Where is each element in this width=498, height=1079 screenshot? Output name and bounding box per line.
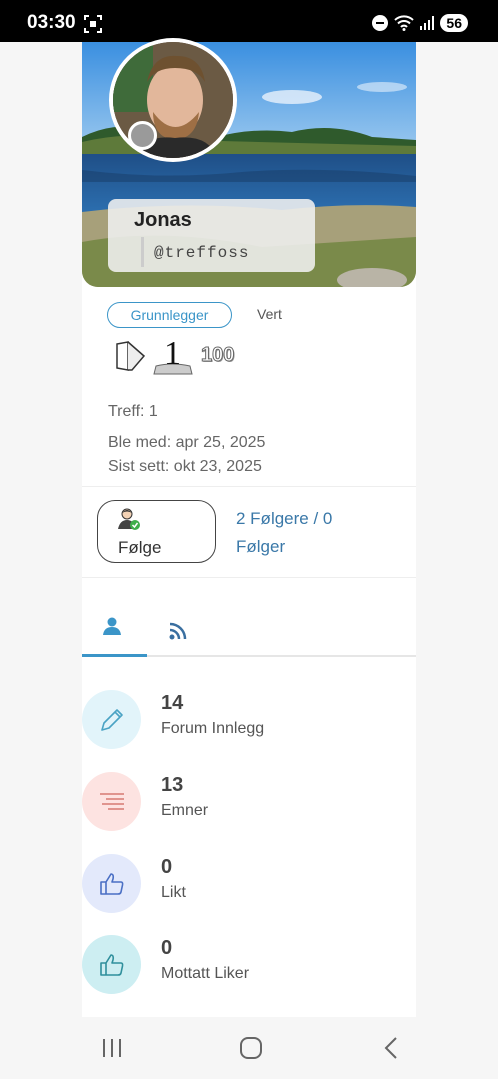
- handle-divider: [141, 237, 144, 267]
- screenshot-icon: [84, 15, 102, 33]
- stat-value: 0: [161, 937, 173, 959]
- role-badge-host[interactable]: Vert: [257, 306, 282, 322]
- follow-label: Følge: [118, 538, 162, 557]
- thumbs-up-icon: [100, 873, 124, 895]
- do-not-disturb-icon: [372, 15, 389, 31]
- user-icon: [103, 617, 121, 635]
- stat-topics[interactable]: 13 Emner: [82, 772, 416, 832]
- last-seen-date: Sist sett: okt 23, 2025: [108, 458, 262, 475]
- role-badge-founder[interactable]: Grunnlegger: [107, 302, 232, 328]
- book-icon: [116, 341, 146, 371]
- avatar[interactable]: [109, 38, 237, 162]
- stat-icon-bg: [82, 772, 141, 831]
- tab-profile[interactable]: [82, 600, 147, 656]
- stat-label: Mottatt Liker: [161, 965, 250, 982]
- profile-name: Jonas: [134, 209, 192, 231]
- system-nav-bar: [0, 1017, 498, 1079]
- stat-value: 13: [161, 774, 184, 796]
- follow-button[interactable]: Følge: [97, 500, 216, 563]
- joined-date: Ble med: apr 25, 2025: [108, 434, 266, 451]
- stat-label: Emner: [161, 802, 209, 819]
- stat-forum-posts[interactable]: 14 Forum Innlegg: [82, 690, 416, 750]
- wifi-icon: [394, 15, 415, 31]
- followers-link[interactable]: 2 Følgere / 0 Følger: [236, 505, 376, 561]
- hits-count: Treff: 1: [108, 403, 158, 420]
- stat-received-likes[interactable]: 0 Mottatt Liker: [82, 935, 416, 995]
- stat-label: Likt: [161, 884, 186, 901]
- rss-icon: [169, 622, 187, 640]
- profile-tabs: [82, 600, 416, 658]
- divider: [82, 486, 416, 487]
- lines-icon: [100, 793, 124, 810]
- divider: [82, 577, 416, 578]
- stat-value: 14: [161, 692, 184, 714]
- score-value: 100: [200, 344, 235, 367]
- stat-icon-bg: [82, 854, 141, 913]
- tab-activity[interactable]: [147, 600, 212, 656]
- battery-indicator: 56: [440, 14, 468, 32]
- status-time: 03:30: [27, 12, 76, 33]
- stat-icon-bg: [82, 690, 141, 749]
- stat-icon-bg: [82, 935, 141, 994]
- home-icon[interactable]: [236, 1035, 266, 1061]
- signal-icon: [420, 16, 435, 30]
- thumbs-up-received-icon: [100, 954, 124, 976]
- name-card: Jonas @treffoss: [108, 199, 315, 272]
- recent-apps-icon[interactable]: [97, 1035, 127, 1061]
- follow-user-icon: [118, 508, 140, 530]
- rank-icons: 1: [116, 336, 193, 375]
- profile-handle: @treffoss: [154, 244, 250, 262]
- svg-text:1: 1: [164, 336, 181, 372]
- active-tab-indicator: [82, 654, 147, 657]
- stat-label: Forum Innlegg: [161, 720, 265, 737]
- podium-icon: 1: [153, 336, 193, 375]
- stat-liked[interactable]: 0 Likt: [82, 854, 416, 914]
- back-icon[interactable]: [376, 1035, 406, 1061]
- pencil-icon: [101, 709, 123, 731]
- online-status-dot: [128, 121, 157, 150]
- status-bar: 03:30 56: [0, 0, 498, 42]
- stat-value: 0: [161, 856, 173, 878]
